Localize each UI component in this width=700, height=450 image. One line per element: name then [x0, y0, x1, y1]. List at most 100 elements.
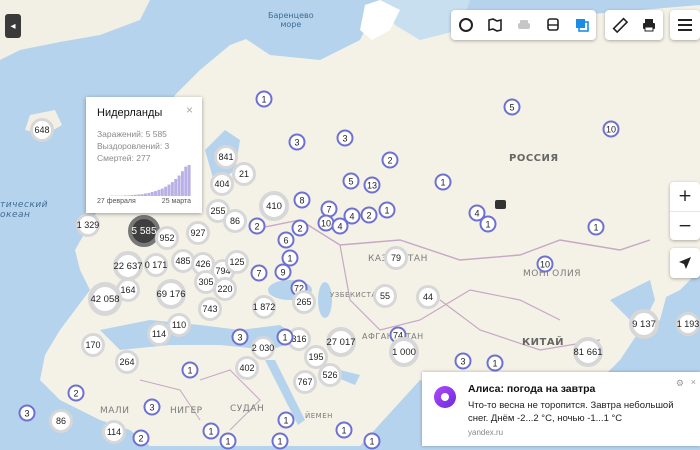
case-cluster[interactable]: 1 872	[252, 295, 276, 319]
case-cluster[interactable]: 1	[480, 216, 497, 233]
case-cluster[interactable]: 1	[364, 433, 381, 450]
popup-infected: Заражений: 5 585	[97, 129, 167, 139]
case-cluster[interactable]: 1	[487, 355, 504, 372]
mongolia-label: МОНГОЛИЯ	[523, 269, 581, 279]
case-cluster[interactable]: 3	[289, 134, 306, 151]
yemen-label: ЙЕМЕН	[305, 412, 333, 420]
print-icon	[641, 17, 657, 33]
case-cluster[interactable]: 44	[416, 285, 440, 309]
case-cluster[interactable]: 1	[277, 329, 294, 346]
collapse-sidebar-button[interactable]: ◂	[5, 14, 21, 38]
case-cluster[interactable]: 3	[337, 130, 354, 147]
case-cluster[interactable]: 1	[588, 219, 605, 236]
case-cluster[interactable]: 3	[455, 353, 472, 370]
case-cluster[interactable]: 81 661	[573, 337, 603, 367]
case-cluster[interactable]: 2	[133, 430, 150, 447]
case-cluster[interactable]: 1 329	[76, 213, 100, 237]
case-cluster[interactable]: 1	[182, 362, 199, 379]
case-cluster[interactable]: 648	[30, 118, 54, 142]
panorama-button[interactable]	[484, 14, 506, 36]
popup-deaths: Смертей: 277	[97, 153, 150, 163]
case-cluster[interactable]: 2	[249, 218, 266, 235]
case-cluster[interactable]: 743	[198, 297, 222, 321]
case-cluster[interactable]: 1	[278, 412, 295, 429]
case-cluster[interactable]: 125	[225, 250, 249, 274]
case-cluster[interactable]: 767	[293, 370, 317, 394]
popup-recovered: Выздоровлений: 3	[97, 141, 169, 151]
case-cluster[interactable]: 3	[19, 405, 36, 422]
layers-button[interactable]	[571, 14, 593, 36]
case-cluster[interactable]: 526	[318, 363, 342, 387]
case-cluster[interactable]: 42 058	[88, 282, 122, 316]
case-cluster[interactable]: 13	[364, 177, 381, 194]
case-cluster[interactable]: 22 637	[113, 251, 143, 281]
case-cluster[interactable]: 79	[384, 246, 408, 270]
case-cluster[interactable]: 404	[210, 172, 234, 196]
case-cluster[interactable]: 402	[235, 356, 259, 380]
zoom-out-button[interactable]: −	[670, 212, 700, 241]
sparkline-bar	[174, 179, 177, 196]
case-cluster[interactable]: 69 176	[156, 279, 186, 309]
case-cluster[interactable]: 220	[213, 277, 237, 301]
sparkline-bar	[137, 194, 140, 196]
sparkline-bar	[184, 167, 187, 196]
mali-label: МАЛИ	[100, 406, 129, 416]
case-cluster[interactable]: 2 030	[251, 336, 275, 360]
case-cluster[interactable]: 4	[332, 218, 349, 235]
case-cluster[interactable]: 1	[282, 250, 299, 267]
location-arrow-icon	[678, 256, 692, 270]
menu-button[interactable]	[670, 10, 700, 40]
case-cluster[interactable]: 1	[379, 202, 396, 219]
case-cluster[interactable]: 927	[186, 221, 210, 245]
case-cluster[interactable]: 10	[537, 256, 554, 273]
ruler-button[interactable]	[609, 14, 631, 36]
case-cluster[interactable]: 1	[256, 91, 273, 108]
case-cluster[interactable]: 10	[603, 121, 620, 138]
alice-close-icon[interactable]: ×	[691, 377, 696, 387]
case-cluster[interactable]: 2	[361, 207, 378, 224]
case-cluster[interactable]: 1	[435, 174, 452, 191]
traffic-layer-button[interactable]	[455, 14, 477, 36]
geolocation-button[interactable]	[670, 248, 700, 278]
alice-body: Что-то весна не торопится. Завтра неболь…	[468, 399, 678, 425]
case-cluster[interactable]: 5	[343, 173, 360, 190]
case-cluster[interactable]: 86	[49, 409, 73, 433]
case-cluster[interactable]: 1	[336, 422, 353, 439]
case-cluster[interactable]: 2	[382, 152, 399, 169]
case-cluster[interactable]: 5	[504, 99, 521, 116]
case-cluster[interactable]: 1	[220, 433, 237, 450]
case-cluster[interactable]: 1 193	[676, 312, 700, 336]
alice-settings-icon[interactable]: ⚙	[676, 378, 684, 389]
case-cluster[interactable]: 2	[292, 220, 309, 237]
zoom-in-button[interactable]: +	[670, 182, 700, 212]
transport-button[interactable]	[542, 14, 564, 36]
case-cluster[interactable]: 264	[115, 350, 139, 374]
case-cluster[interactable]: 21	[232, 162, 256, 186]
case-cluster[interactable]: 3	[232, 329, 249, 346]
case-cluster[interactable]: 3	[144, 399, 161, 416]
case-cluster[interactable]: 1	[203, 423, 220, 440]
case-cluster[interactable]: 114	[147, 322, 171, 346]
case-cluster[interactable]: 410	[259, 191, 289, 221]
case-cluster[interactable]: 1 000	[389, 337, 419, 367]
alice-weather-widget[interactable]: Алиса: погода на завтра Что-то весна не …	[422, 372, 700, 446]
case-cluster[interactable]: 8	[294, 192, 311, 209]
case-cluster[interactable]: 265	[292, 290, 316, 314]
print-button[interactable]	[638, 14, 660, 36]
china-label: КИТАЙ	[522, 337, 564, 348]
case-cluster[interactable]: 1	[272, 433, 289, 450]
case-cluster[interactable]: 114	[102, 420, 126, 444]
case-cluster[interactable]: 170	[81, 333, 105, 357]
case-cluster[interactable]: 9 137	[629, 309, 659, 339]
case-cluster[interactable]: 7	[251, 265, 268, 282]
camera-icon[interactable]	[495, 200, 506, 209]
popup-close-icon[interactable]: ×	[186, 103, 193, 117]
case-cluster[interactable]: 952	[155, 226, 179, 250]
case-cluster[interactable]: 86	[223, 209, 247, 233]
case-cluster[interactable]: 6	[278, 232, 295, 249]
case-cluster[interactable]: 2	[68, 385, 85, 402]
carsharing-button[interactable]	[513, 14, 535, 36]
case-cluster[interactable]: 55	[373, 284, 397, 308]
case-cluster[interactable]: 27 017	[326, 327, 356, 357]
case-cluster[interactable]: 0 171	[144, 253, 168, 277]
